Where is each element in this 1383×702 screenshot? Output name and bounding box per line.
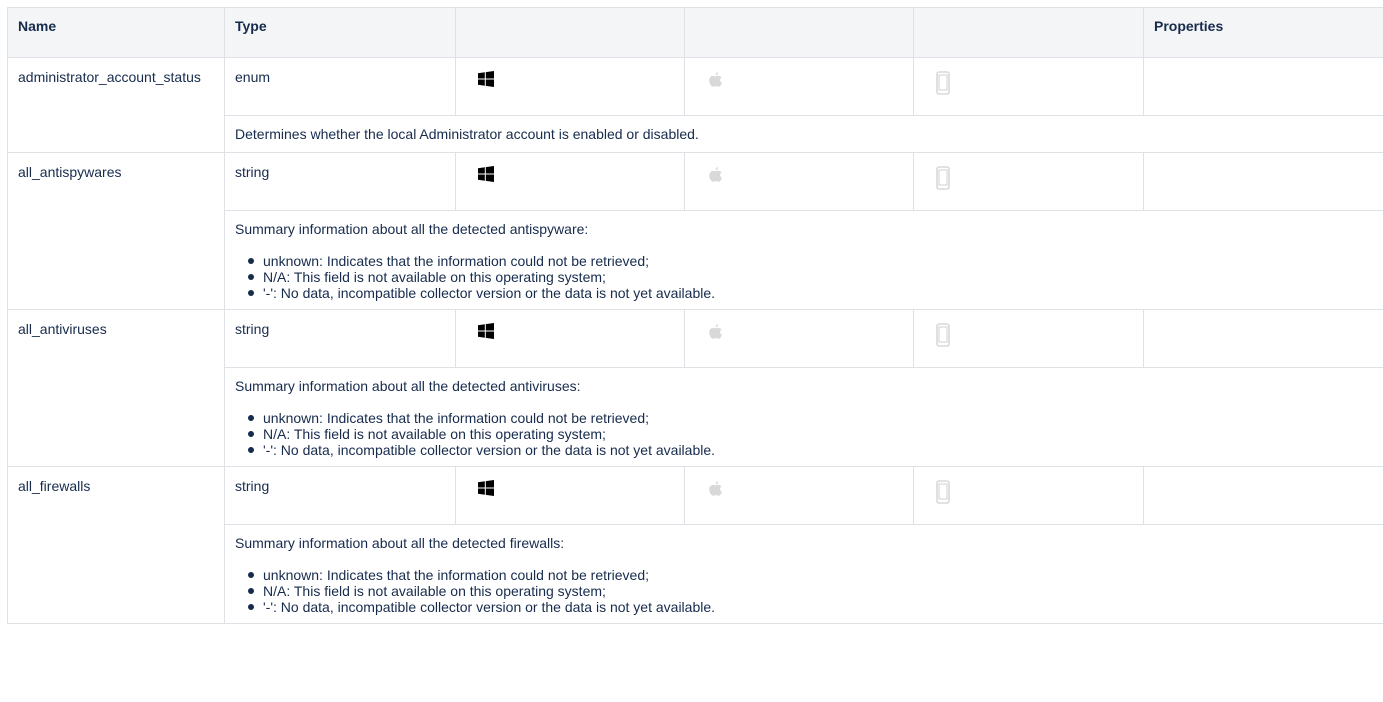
field-description: Summary information about all the detect… [235, 378, 581, 394]
windows-icon [478, 480, 674, 496]
mac-cell [684, 309, 914, 368]
table-row: all_antiviruses string [7, 309, 1383, 467]
windows-icon [478, 166, 674, 182]
header-windows [455, 7, 685, 58]
field-type: string [224, 152, 456, 211]
field-name: all_antispywares [7, 152, 225, 310]
table-row: all_firewalls string [7, 466, 1383, 624]
list-item: N/A: This field is not available on this… [248, 426, 1373, 442]
header-row: Name Type Properties [7, 7, 1383, 58]
field-properties [1143, 57, 1383, 116]
field-properties [1143, 466, 1383, 525]
field-description: Summary information about all the detect… [235, 221, 589, 237]
windows-cell [455, 57, 685, 116]
apple-icon [707, 323, 903, 342]
mac-cell [684, 152, 914, 211]
list-item: unknown: Indicates that the information … [248, 253, 1373, 269]
list-item: N/A: This field is not available on this… [248, 583, 1373, 599]
field-type: string [224, 309, 456, 368]
mobile-icon [936, 480, 1133, 504]
apple-icon [707, 71, 903, 90]
list-item: '-': No data, incompatible collector ver… [248, 285, 1373, 301]
table-row: all_antispywares string [7, 152, 1383, 310]
field-description: Summary information about all the detect… [235, 535, 565, 551]
windows-icon [478, 323, 674, 339]
table-row: administrator_account_status enum [7, 57, 1383, 153]
field-description-cell: Summary information about all the detect… [224, 367, 1383, 467]
header-type: Type [224, 7, 456, 58]
mobile-cell [913, 466, 1144, 525]
mobile-icon [936, 71, 1133, 95]
field-properties [1143, 309, 1383, 368]
mobile-icon [936, 166, 1133, 190]
windows-cell [455, 466, 685, 525]
list-item: unknown: Indicates that the information … [248, 567, 1373, 583]
header-mobile [913, 7, 1144, 58]
field-description-cell: Determines whether the local Administrat… [224, 115, 1383, 153]
value-options-list: unknown: Indicates that the information … [235, 567, 1373, 615]
mac-cell [684, 57, 914, 116]
mobile-cell [913, 309, 1144, 368]
header-name: Name [7, 7, 225, 58]
windows-cell [455, 309, 685, 368]
apple-icon [707, 480, 903, 499]
field-type: enum [224, 57, 456, 116]
apple-icon [707, 166, 903, 185]
list-item: N/A: This field is not available on this… [248, 269, 1373, 285]
field-name: all_firewalls [7, 466, 225, 624]
header-mac [684, 7, 914, 58]
value-options-list: unknown: Indicates that the information … [235, 410, 1373, 458]
field-name: all_antiviruses [7, 309, 225, 467]
windows-cell [455, 152, 685, 211]
value-options-list: unknown: Indicates that the information … [235, 253, 1373, 301]
list-item: '-': No data, incompatible collector ver… [248, 599, 1373, 615]
list-item: unknown: Indicates that the information … [248, 410, 1373, 426]
mac-cell [684, 466, 914, 525]
field-description: Determines whether the local Administrat… [235, 126, 699, 142]
fields-table: Name Type Properties administrator_accou… [7, 7, 1383, 624]
mobile-cell [913, 152, 1144, 211]
list-item: '-': No data, incompatible collector ver… [248, 442, 1373, 458]
field-properties [1143, 152, 1383, 211]
mobile-cell [913, 57, 1144, 116]
header-properties: Properties [1143, 7, 1383, 58]
field-name: administrator_account_status [7, 57, 225, 153]
mobile-icon [936, 323, 1133, 347]
windows-icon [478, 71, 674, 87]
field-description-cell: Summary information about all the detect… [224, 524, 1383, 624]
field-description-cell: Summary information about all the detect… [224, 210, 1383, 310]
field-type: string [224, 466, 456, 525]
